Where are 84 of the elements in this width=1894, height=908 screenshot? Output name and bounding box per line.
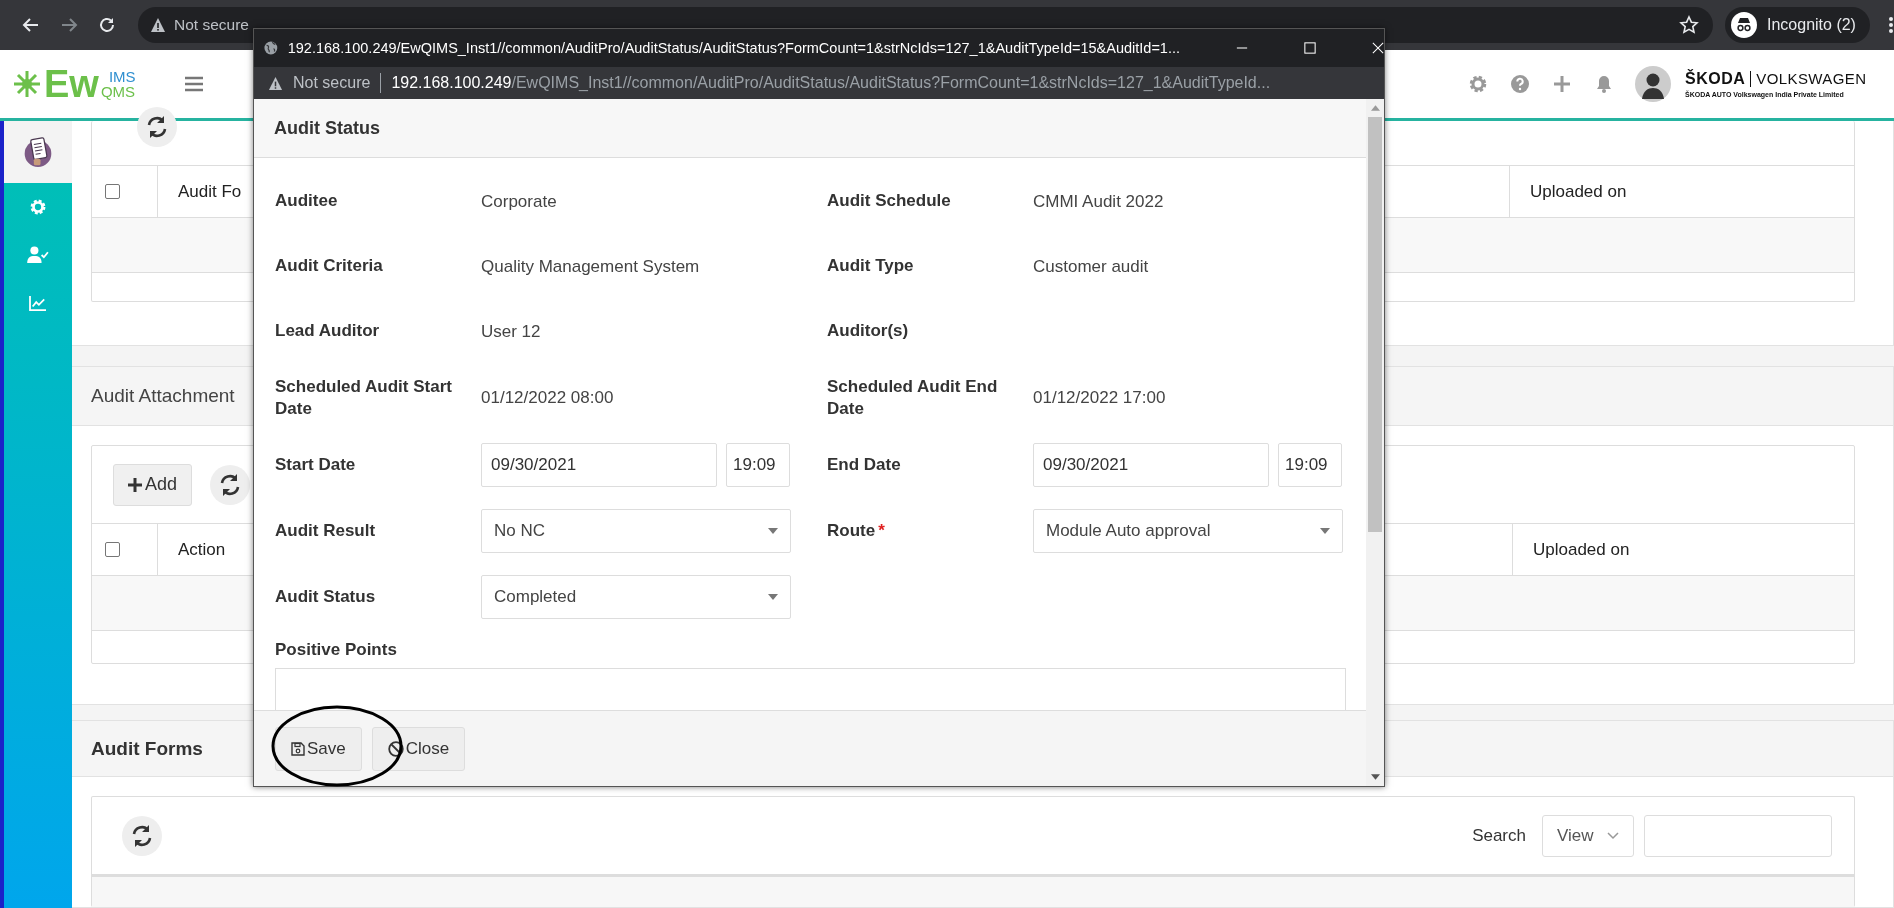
caret-icon: [768, 594, 778, 600]
plus-icon: [128, 477, 142, 492]
column-header: Uploaded on: [1530, 181, 1627, 202]
chevron-icon: [1607, 831, 1619, 840]
bell-icon[interactable]: [1594, 74, 1614, 94]
scroll-up-icon[interactable]: [1370, 105, 1380, 111]
field-label: Audit Schedule: [827, 191, 951, 211]
save-button[interactable]: Save: [275, 726, 362, 771]
address-url: 192.168.100.249/EwQIMS_Inst1//common/AuditPro/AuditStatus/AuditStatus?FormCount=1&strNcIds=127_1&AuditTypeId...: [391, 74, 1271, 92]
dropdown[interactable]: Module Auto approval: [1033, 509, 1343, 553]
time-field[interactable]: 19:09: [1278, 443, 1342, 487]
caret-icon: [1320, 528, 1330, 534]
refresh-icon[interactable]: [122, 815, 162, 856]
field-label: Positive Points: [275, 640, 397, 659]
reload-icon[interactable]: [97, 15, 117, 35]
window-title: 192.168.100.249/EwQIMS_Inst1//common/AuditPro/AuditStatus/AuditStatus?FormCount=1&strNcIds=127_1&AuditTypeId=15&AuditId=1...: [287, 40, 1180, 56]
warning-icon: [150, 17, 166, 33]
refresh-icon[interactable]: [210, 464, 251, 505]
search-field[interactable]: [1644, 814, 1832, 857]
required-mark: *: [878, 520, 885, 540]
user-check-icon: [27, 246, 49, 264]
field-label: Auditee: [275, 191, 338, 211]
add-icon[interactable]: [1552, 74, 1572, 94]
chart-icon: [29, 295, 47, 311]
dialog-title: Audit Status: [274, 117, 380, 139]
date-field[interactable]: 09/30/2021: [1033, 443, 1269, 487]
security-label: Not secure: [174, 16, 249, 34]
clipboard-icon: [23, 135, 53, 169]
checkbox[interactable]: [105, 184, 120, 199]
security-label: Not secure: [293, 74, 371, 92]
avatar-icon[interactable]: [1635, 66, 1671, 102]
more-icon[interactable]: [1887, 15, 1894, 35]
close-button[interactable]: Close: [371, 726, 466, 771]
star-icon[interactable]: [1679, 15, 1699, 35]
dropdown[interactable]: No NC: [481, 509, 791, 553]
warning-icon: [268, 75, 283, 91]
gear-icon: [29, 198, 47, 216]
field-label: Start Date: [275, 454, 356, 474]
incognito-button[interactable]: Incognito (2): [1725, 7, 1870, 43]
view-dropdown[interactable]: View: [1542, 814, 1634, 857]
maximize-icon[interactable]: [1304, 41, 1316, 55]
close-icon[interactable]: [1372, 41, 1384, 55]
date-field[interactable]: 09/30/2021: [481, 443, 717, 487]
time-field[interactable]: 19:09: [726, 443, 790, 487]
search-label: Search: [1472, 825, 1526, 846]
field-label: Audit Status: [275, 586, 376, 606]
floppy-icon: [291, 741, 305, 756]
field-value: Corporate: [481, 191, 557, 212]
field-label: Audit Result: [275, 520, 376, 540]
field-value: 01/12/2022 17:00: [1033, 388, 1166, 408]
checkbox[interactable]: [105, 542, 120, 557]
settings-icon[interactable]: [1468, 74, 1488, 94]
sidebar-item[interactable]: [4, 121, 72, 183]
add-button[interactable]: Add: [113, 463, 193, 506]
field-label: Route: [827, 520, 876, 540]
section-title: Audit Forms: [91, 737, 203, 760]
field-label: Auditor(s): [827, 321, 909, 341]
ban-icon: [387, 740, 404, 757]
caret-icon: [768, 528, 778, 534]
scroll-thumb[interactable]: [1368, 117, 1382, 532]
help-icon[interactable]: [1510, 74, 1530, 94]
field-label: End Date: [827, 454, 901, 474]
section-title: Audit Attachment: [91, 385, 235, 407]
field-value: 01/12/2022 08:00: [481, 388, 614, 408]
globe-icon: [264, 40, 278, 56]
field-value: CMMI Audit 2022: [1033, 191, 1164, 212]
field-label: Lead Auditor: [275, 321, 380, 341]
field-label: Audit Criteria: [275, 256, 383, 276]
field-value: Customer audit: [1033, 256, 1149, 277]
column-header: Action: [178, 539, 226, 560]
incognito-icon: [1731, 12, 1757, 38]
field-value: Quality Management System: [481, 256, 700, 277]
field-label: Scheduled Audit End Date: [827, 376, 998, 418]
sun-icon: [12, 69, 42, 99]
field-value: User 12: [481, 321, 541, 342]
refresh-icon[interactable]: [137, 107, 177, 147]
scroll-down-icon[interactable]: [1370, 774, 1380, 780]
menu-icon[interactable]: [183, 75, 204, 93]
scrollbar[interactable]: [1366, 99, 1384, 786]
dropdown[interactable]: Completed: [481, 575, 791, 619]
field-label: Audit Type: [827, 256, 914, 276]
field-label: Scheduled Audit Start Date: [275, 376, 452, 418]
column-header: Uploaded on: [1533, 539, 1630, 560]
column-header: Audit Fo: [178, 181, 242, 202]
